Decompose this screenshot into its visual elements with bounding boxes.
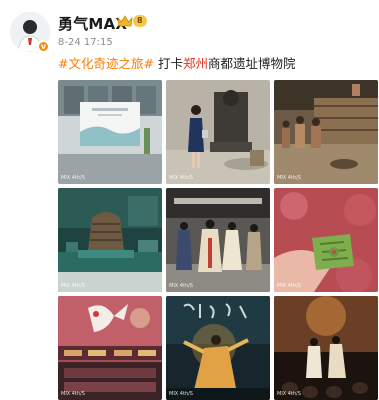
photo-jade-disc[interactable]: MIX 4th/S xyxy=(274,188,378,292)
caption-text-pre: 打卡 xyxy=(157,56,183,71)
photo-watermark: MIX 4th/S xyxy=(277,391,301,397)
topic-tag[interactable]: #文化奇迹之旅# xyxy=(58,56,154,71)
photo-woman-with-statue[interactable]: MIX 4th/S xyxy=(166,80,270,184)
level-badge: 8 xyxy=(133,15,147,27)
city-tag[interactable]: 郑州 xyxy=(183,56,208,71)
photo-watermark: MIX 4th/S xyxy=(61,391,85,397)
photo-watermark: MIX 4th/S xyxy=(169,391,193,397)
weibo-post: v 勇气MAX 8 8-24 17:15 #文化奇迹之旅# 打卡郑州商都遗址博物… xyxy=(0,0,379,400)
photo-costumed-performers[interactable]: MIX 4th/S xyxy=(166,188,270,292)
photo-watermark: MIX 4th/S xyxy=(61,175,85,181)
verified-badge-icon: v xyxy=(37,40,50,53)
photo-watermark: MIX 4th/S xyxy=(61,283,85,289)
photo-bronze-artifact[interactable]: MIX 4th/S xyxy=(58,188,162,292)
crown-icon xyxy=(117,15,133,27)
photo-crane-mural[interactable]: MIX 4th/S xyxy=(58,296,162,400)
photo-watermark: MIX 4th/S xyxy=(169,283,193,289)
photo-watermark: MIX 4th/S xyxy=(277,283,301,289)
caption-text-post: 商都遗址博物院 xyxy=(207,56,296,71)
photo-watermark: MIX 4th/S xyxy=(169,175,193,181)
photo-museum-entrance[interactable]: MIX 4th/S xyxy=(58,80,162,184)
timestamp: 8-24 17:15 xyxy=(58,37,113,48)
photo-grid: MIX 4th/S MIX 4th/S MIX 4th/S MIX 4th/S … xyxy=(58,80,379,400)
photo-stage-performers[interactable]: MIX 4th/S xyxy=(274,296,378,400)
post-caption: #文化奇迹之旅# 打卡郑州商都遗址博物院 xyxy=(58,55,368,72)
photo-dance-performance[interactable]: MIX 4th/S xyxy=(166,296,270,400)
photo-watermark: MIX 4th/S xyxy=(277,175,301,181)
photo-diorama[interactable]: MIX 4th/S xyxy=(274,80,378,184)
